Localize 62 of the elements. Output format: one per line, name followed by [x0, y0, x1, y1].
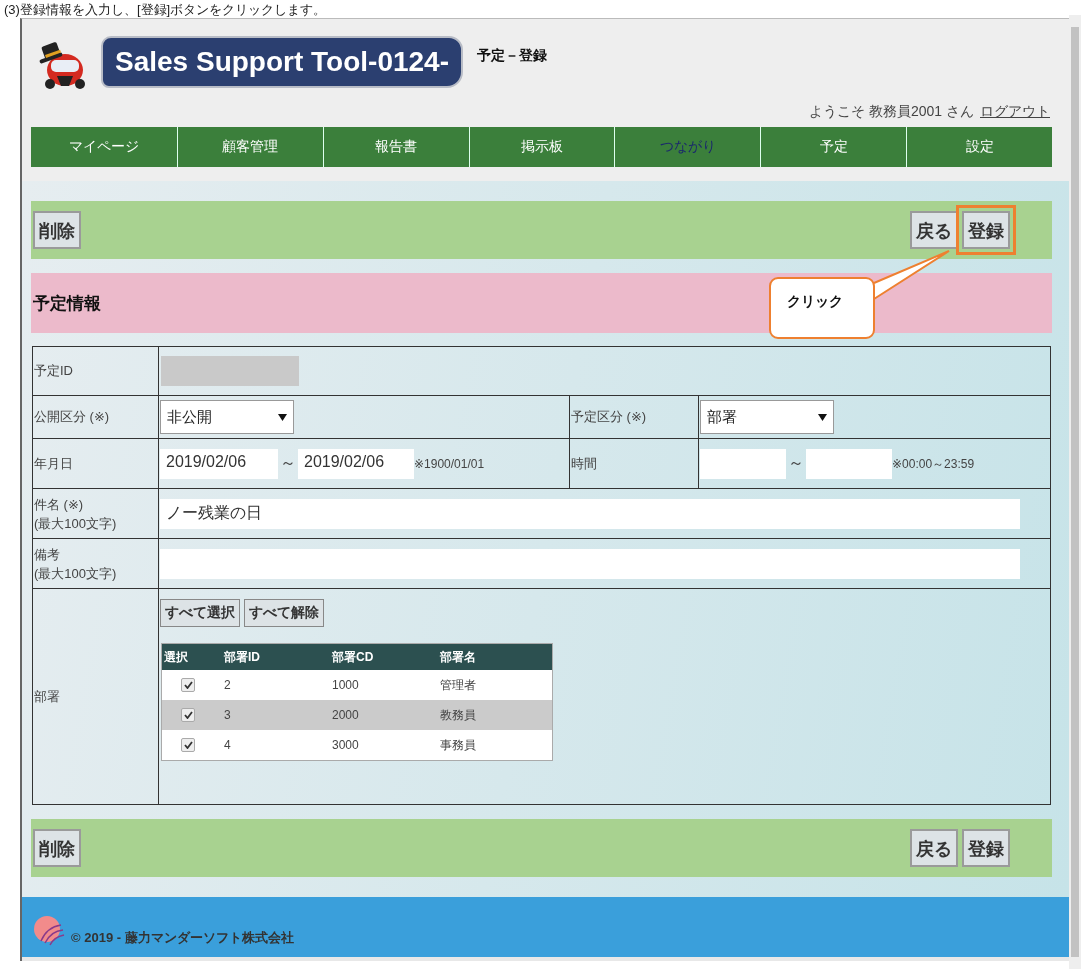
action-button[interactable]: 削除: [33, 211, 81, 249]
caret-icon: [818, 413, 827, 421]
scrollbar[interactable]: [1069, 15, 1081, 969]
table-cell: 管理者: [440, 677, 476, 692]
field-hint: (最大100文字): [34, 564, 118, 583]
select-all-button[interactable]: すべて選択: [160, 599, 240, 627]
column-header: 部署CD: [330, 643, 438, 670]
input-field[interactable]: 2019/02/06: [160, 448, 278, 479]
app-title-logo: Sales Support Tool-0124-: [101, 36, 463, 88]
table-cell: 1000: [332, 678, 359, 692]
format-note: ※00:00～23:59: [892, 456, 975, 470]
action-button[interactable]: 戻る: [910, 829, 958, 867]
input-field[interactable]: 2019/02/06: [298, 448, 414, 479]
field-label: 公開区分 (※): [34, 409, 110, 424]
caret-icon: [278, 413, 287, 421]
table-cell: 2: [224, 678, 231, 692]
field-label: 年月日: [34, 455, 73, 471]
company-logo-icon: [33, 915, 65, 947]
table-cell: 事務員: [440, 737, 476, 752]
input-field[interactable]: [806, 448, 892, 479]
range-separator: ～: [279, 454, 297, 471]
checkbox[interactable]: [181, 678, 195, 692]
instruction-caption: (3)登録情報を入力し、[登録]ボタンをクリックします。: [3, 2, 327, 17]
checkbox[interactable]: [181, 738, 195, 752]
nav-item[interactable]: 掲示板: [468, 127, 615, 167]
format-note: ※1900/01/01: [414, 456, 485, 471]
input-field[interactable]: ノー残業の日: [160, 498, 1020, 529]
column-header: 部署ID: [222, 643, 330, 670]
welcome-text: ようこそ 教務員2001 さん: [809, 103, 974, 121]
table-cell: 2000: [332, 708, 359, 722]
field-label: 予定区分 (※): [571, 409, 647, 424]
range-separator: ～: [787, 454, 805, 471]
logout-link[interactable]: ログアウト: [980, 103, 1050, 121]
dropdown[interactable]: 非公開: [160, 400, 294, 434]
table-cell: 4: [224, 738, 231, 752]
field-label: 部署: [34, 688, 60, 704]
callout-bubble: クリック: [769, 277, 875, 339]
input-field[interactable]: [700, 448, 786, 479]
clear-all-button[interactable]: すべて解除: [244, 599, 324, 627]
field-label: 備考: [34, 545, 61, 564]
nav-item[interactable]: 報告書: [322, 127, 469, 167]
dropdown[interactable]: 部署: [700, 400, 834, 434]
field-label: 件名 (※): [34, 495, 85, 514]
nav-item[interactable]: マイページ: [31, 127, 177, 167]
page-title: 予定－登録: [477, 47, 547, 65]
field-label: 時間: [571, 455, 597, 471]
field-hint: (最大100文字): [34, 514, 118, 533]
input-field[interactable]: [160, 548, 1020, 579]
action-button[interactable]: 登録: [962, 829, 1010, 867]
copyright-text: © 2019 - 藤力マンダーソフト株式会社: [71, 929, 294, 947]
action-button[interactable]: 戻る: [910, 211, 958, 249]
nav-item[interactable]: 設定: [906, 127, 1052, 167]
table-cell: 3000: [332, 738, 359, 752]
checkbox[interactable]: [181, 708, 195, 722]
action-button[interactable]: 削除: [33, 829, 81, 867]
nav-item[interactable]: 予定: [760, 127, 907, 167]
column-header: 選択: [161, 643, 222, 670]
table-cell: 教務員: [440, 707, 476, 722]
nav-item[interactable]: 顧客管理: [176, 127, 323, 167]
field-label: 予定ID: [34, 363, 73, 378]
column-header: 部署名: [438, 643, 553, 670]
table-cell: 3: [224, 708, 231, 722]
